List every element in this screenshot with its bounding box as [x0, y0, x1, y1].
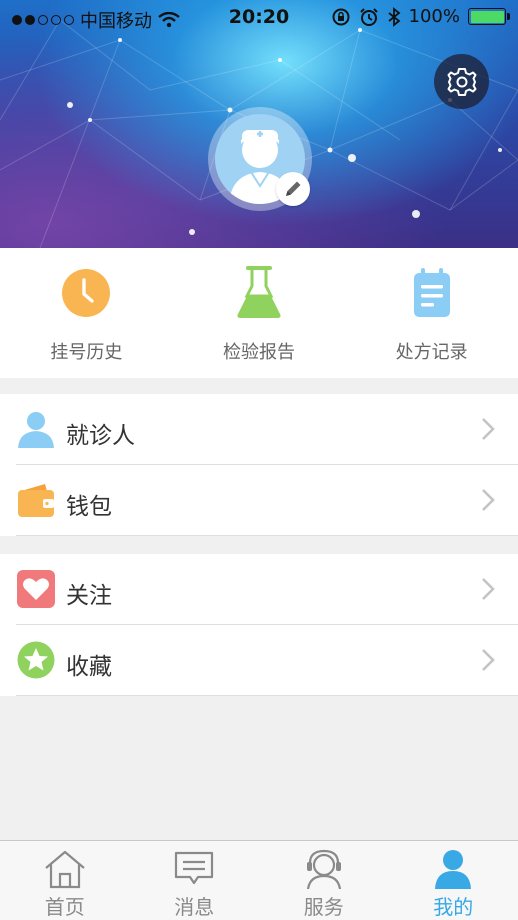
menu-item-label: 收藏 [66, 654, 112, 680]
tab-label: 消息 [174, 895, 215, 919]
person-icon [17, 410, 55, 448]
tab-messages[interactable]: 消息 [130, 841, 260, 920]
menu-item-follow[interactable]: 关注 [0, 554, 518, 625]
customer-service-icon [301, 849, 347, 889]
heart-icon [17, 570, 55, 608]
quick-action-label: 处方记录 [395, 342, 468, 363]
menu-item-label: 关注 [66, 583, 112, 609]
quick-action-label: 检验报告 [223, 342, 295, 363]
status-bar: 中国移动 20:20 100% [0, 0, 518, 34]
notepad-icon [405, 266, 459, 320]
menu-item-label: 就诊人 [66, 423, 135, 449]
message-icon [171, 849, 217, 889]
battery-percent: 100% [408, 6, 460, 27]
menu-item-patients[interactable]: 就诊人 [0, 394, 518, 465]
profile-header: 中国移动 20:20 100% [0, 0, 518, 248]
alarm-icon [359, 7, 378, 26]
tab-bar: 首页 消息 服务 我的 [0, 840, 518, 920]
tab-label: 服务 [303, 895, 344, 919]
menu-group-favorites: 关注 收藏 [0, 554, 518, 696]
menu-group-account: 就诊人 钱包 [0, 394, 518, 536]
menu-item-wallet[interactable]: 钱包 [0, 465, 518, 536]
tab-home[interactable]: 首页 [0, 841, 130, 920]
battery-icon [468, 8, 510, 25]
menu-item-label: 钱包 [66, 494, 112, 520]
chevron-right-icon [482, 578, 495, 600]
menu-item-favorites[interactable]: 收藏 [0, 625, 518, 696]
quick-action-lab-report[interactable]: 检验报告 [173, 248, 346, 378]
gear-icon [447, 67, 476, 96]
quick-actions: 挂号历史 检验报告 处方记录 [0, 248, 518, 378]
clock-icon [59, 266, 113, 320]
tab-label: 我的 [433, 895, 474, 919]
bluetooth-icon [387, 6, 400, 27]
edit-avatar-button[interactable] [276, 172, 310, 206]
tab-services[interactable]: 服务 [259, 841, 389, 920]
quick-action-registration-history[interactable]: 挂号历史 [0, 248, 173, 378]
divider [16, 535, 518, 536]
wallet-icon [17, 481, 55, 519]
chevron-right-icon [482, 649, 495, 671]
rotation-lock-icon [332, 8, 350, 25]
tab-mine[interactable]: 我的 [389, 841, 518, 920]
tab-label: 首页 [44, 895, 85, 919]
flask-icon [232, 266, 286, 320]
settings-button[interactable] [434, 54, 489, 109]
profile-icon [430, 849, 476, 889]
star-icon [17, 641, 55, 679]
pencil-icon [286, 181, 301, 196]
divider [16, 695, 518, 696]
chevron-right-icon [482, 489, 495, 511]
home-icon [42, 849, 88, 889]
chevron-right-icon [482, 418, 495, 440]
quick-action-prescription-records[interactable]: 处方记录 [345, 248, 518, 378]
quick-action-label: 挂号历史 [50, 342, 123, 363]
